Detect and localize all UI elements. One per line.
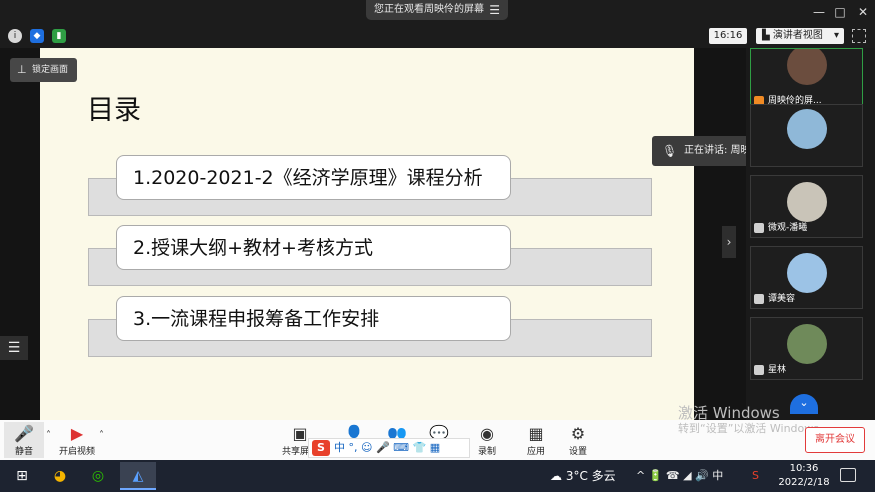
view-icon: ▙ [762,30,770,41]
video-label: 开启视频 [58,447,95,457]
gear-icon: ⚙ [570,424,586,443]
chevron-down-icon: ▾ [833,30,839,41]
slide-item-1: 1.2020-2021-2《经济学原理》课程分析 [116,155,511,200]
apps-icon: ▦ [528,424,544,443]
scroll-down-button[interactable]: ⌄ [790,394,818,414]
start-video-button[interactable]: ▶ 开启视频 [56,424,98,457]
settings-button[interactable]: ⚙ 设置 [558,424,598,457]
leave-meeting-button[interactable]: 离开会议 [805,427,865,453]
close-button[interactable]: ✕ [849,0,875,24]
signal-icon[interactable]: ▮ [52,29,66,43]
list-icon[interactable]: ☰ [0,336,28,360]
ime-text: 中 °, ☺ 🎤 ⌨ 👕 ▦ [334,441,441,454]
clock-time: 10:36 [789,463,819,474]
slide: 目录 1.2020-2021-2《经济学原理》课程分析 2.授课大纲+教材+考核… [40,48,694,420]
taskbar-clock[interactable]: 10:36 2022/2/18 [778,462,830,490]
view-switcher[interactable]: ▙ 演讲者视图 ▾ [756,28,844,44]
meeting-app-icon[interactable]: ◭ [120,462,156,490]
sogou-tray-icon[interactable]: S [752,460,759,492]
participant-name: 星林 [754,363,786,377]
microphone-icon: 🎙 [662,144,678,158]
menu-icon[interactable]: ☰ [489,0,500,20]
weather-text: 3°C 多云 [565,469,616,483]
collapse-gallery-button[interactable]: › [722,226,736,258]
record-icon: ◉ [480,424,494,443]
viewing-banner[interactable]: 您正在观看周映伶的屏幕 ☰ [366,0,508,20]
shield-icon[interactable]: ◆ [30,29,44,43]
mic-muted-icon [754,365,764,375]
lock-screen-button[interactable]: ⊥ 锁定画面 [10,58,77,82]
sogou-ime-toolbar[interactable]: S 中 °, ☺ 🎤 ⌨ 👕 ▦ [308,438,470,458]
pin-icon: ⊥ [17,63,27,76]
participant-tile[interactable]: 微观-潘曦 [750,175,863,238]
windows-taskbar: ⊞ ◕ ◎ ◭ ☁ 3°C 多云 ^ 🔋 ☎ ◢ 🔊 中 S 10:36 202… [0,460,875,492]
slide-item-2: 2.授课大纲+教材+考核方式 [116,225,511,270]
participant-name: 谭美容 [754,292,795,306]
weather-widget[interactable]: ☁ 3°C 多云 [550,460,616,492]
windows-start-icon[interactable]: ⊞ [4,462,40,490]
chevron-up-icon[interactable]: ˄ [46,430,51,441]
system-tray[interactable]: ^ 🔋 ☎ ◢ 🔊 中 [636,460,723,492]
participant-tile[interactable]: 谭美容 [750,246,863,309]
participant-gallery: 周映伶的屏... 微观-潘曦 谭美容 星林 ⌄ [746,48,875,420]
info-icon[interactable]: i [8,29,22,43]
avatar [787,109,827,149]
microphone-icon: 🎤 [14,424,34,443]
participant-name [754,150,768,164]
participant-name: 微观-潘曦 [754,221,807,235]
avatar [787,324,827,364]
mute-button[interactable]: 🎤 静音 [4,422,44,458]
slide-title: 目录 [87,95,141,126]
clock-date: 2022/2/18 [778,477,830,488]
chevron-up-icon[interactable]: ˄ [99,430,104,441]
wechat-icon[interactable]: ◎ [80,462,116,490]
lock-screen-label: 锁定画面 [32,65,69,75]
title-bar: 您正在观看周映伶的屏幕 ☰ — □ ✕ [0,0,875,24]
meeting-toolbar: 激活 Windows 转到“设置”以激活 Windows。 🎤 静音 ˄ ▶ 开… [0,404,875,460]
record-button[interactable]: ◉ 录制 [467,424,507,457]
meeting-status-bar: i ◆ ▮ 16:16 ▙ 演讲者视图 ▾ [0,24,875,48]
viewing-banner-text: 您正在观看周映伶的屏幕 [374,4,484,15]
apps-label: 应用 [526,447,545,457]
shared-screen: 目录 1.2020-2021-2《经济学原理》课程分析 2.授课大纲+教材+考核… [0,48,746,420]
settings-label: 设置 [568,447,587,457]
record-label: 录制 [477,447,496,457]
fullscreen-icon[interactable] [852,29,866,43]
slide-item-3: 3.一流课程申报筹备工作安排 [116,296,511,341]
video-off-icon: ▶ [70,424,84,443]
mute-label: 静音 [14,447,33,457]
apps-button[interactable]: ▦ 应用 [516,424,556,457]
mic-muted-icon [754,223,764,233]
view-label: 演讲者视图 [772,30,823,41]
browser-icon[interactable]: ◕ [42,462,78,490]
avatar [787,182,827,222]
participant-tile[interactable] [750,104,863,167]
avatar [787,253,827,293]
avatar [787,49,827,85]
participant-tile[interactable]: 周映伶的屏... [750,48,863,111]
meeting-timer: 16:16 [709,28,747,44]
cloud-icon: ☁ [550,469,562,483]
sogou-logo-icon: S [312,440,330,456]
mic-muted-icon [754,294,764,304]
participant-tile[interactable]: 星林 [750,317,863,380]
notification-icon[interactable] [840,468,856,482]
